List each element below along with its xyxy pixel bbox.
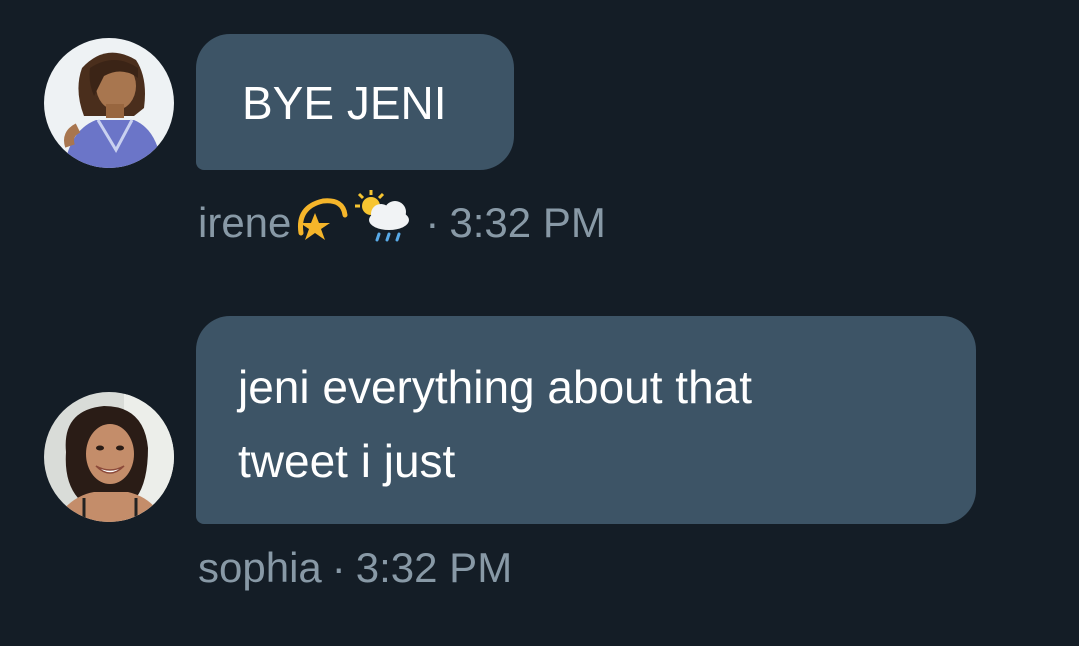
dm-conversation: BYE JENI irene · 3:32 PM jeni everything… — [0, 0, 1079, 646]
message-text-line-2: tweet i just — [238, 435, 456, 487]
timestamp: 3:32 PM — [449, 199, 606, 246]
message-bubble-sophia[interactable]: jeni everything about that tweet i just — [196, 316, 976, 524]
message-bubble-irene[interactable]: BYE JENI — [196, 34, 514, 170]
sender-name[interactable]: irene — [198, 199, 291, 247]
meta-separator: · — [425, 199, 440, 246]
sun-rain-cloud-emoji — [351, 190, 415, 256]
avatar-irene[interactable] — [44, 38, 174, 168]
timestamp: 3:32 PM — [355, 544, 513, 591]
message-text: BYE JENI — [242, 77, 447, 129]
message-meta-sophia: sophia · 3:32 PM — [198, 544, 512, 592]
message-meta-irene: irene · 3:32 PM — [198, 190, 606, 256]
avatar-sophia[interactable] — [44, 392, 174, 522]
sender-name[interactable]: sophia — [198, 544, 322, 592]
message-text-line-1: jeni everything about that — [238, 361, 753, 413]
dizzy-star-emoji — [293, 193, 349, 253]
meta-separator: · — [331, 544, 346, 591]
